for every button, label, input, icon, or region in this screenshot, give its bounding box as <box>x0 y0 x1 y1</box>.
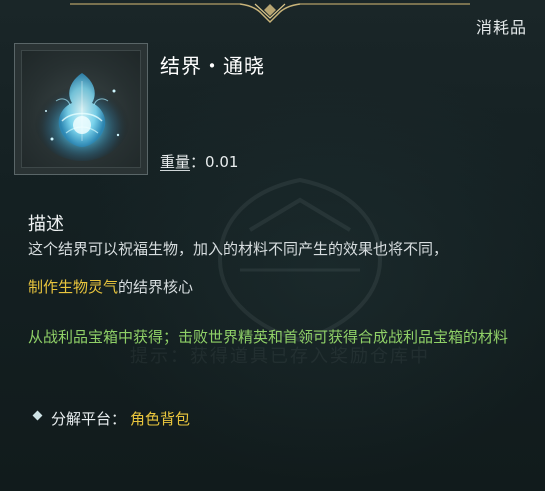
platform-value: 角色背包 <box>130 410 191 428</box>
platform-label: 分解平台： <box>51 410 127 428</box>
item-name: 结界・通晓 <box>160 54 265 78</box>
item-icon-frame <box>14 43 148 175</box>
source-text: 从战利品宝箱中获得；击败世界精英和首领可获得合成战利品宝箱的材料 <box>28 328 509 346</box>
item-category: 消耗品 <box>475 18 527 37</box>
item-tooltip: 消耗品 结界・通晓 重量：0.01 提示：获得道具已存入奖励仓库中 描述 这个结… <box>0 0 545 491</box>
diamond-bullet-icon <box>32 410 43 421</box>
description-line2: 制作生物灵气的结界核心 <box>28 276 193 298</box>
top-ornament <box>70 3 470 24</box>
description-line2-rest: 的结界核心 <box>118 278 194 296</box>
description-line1: 这个结界可以祝福生物，加入的材料不同产生的效果也将不同， <box>28 240 449 258</box>
description-title: 描述 <box>28 214 64 235</box>
dismantle-platform-row: 分解平台： 角色背包 <box>32 408 191 429</box>
description-highlight: 制作生物灵气 <box>28 278 119 296</box>
blue-crystal-barrier-icon <box>21 50 141 168</box>
